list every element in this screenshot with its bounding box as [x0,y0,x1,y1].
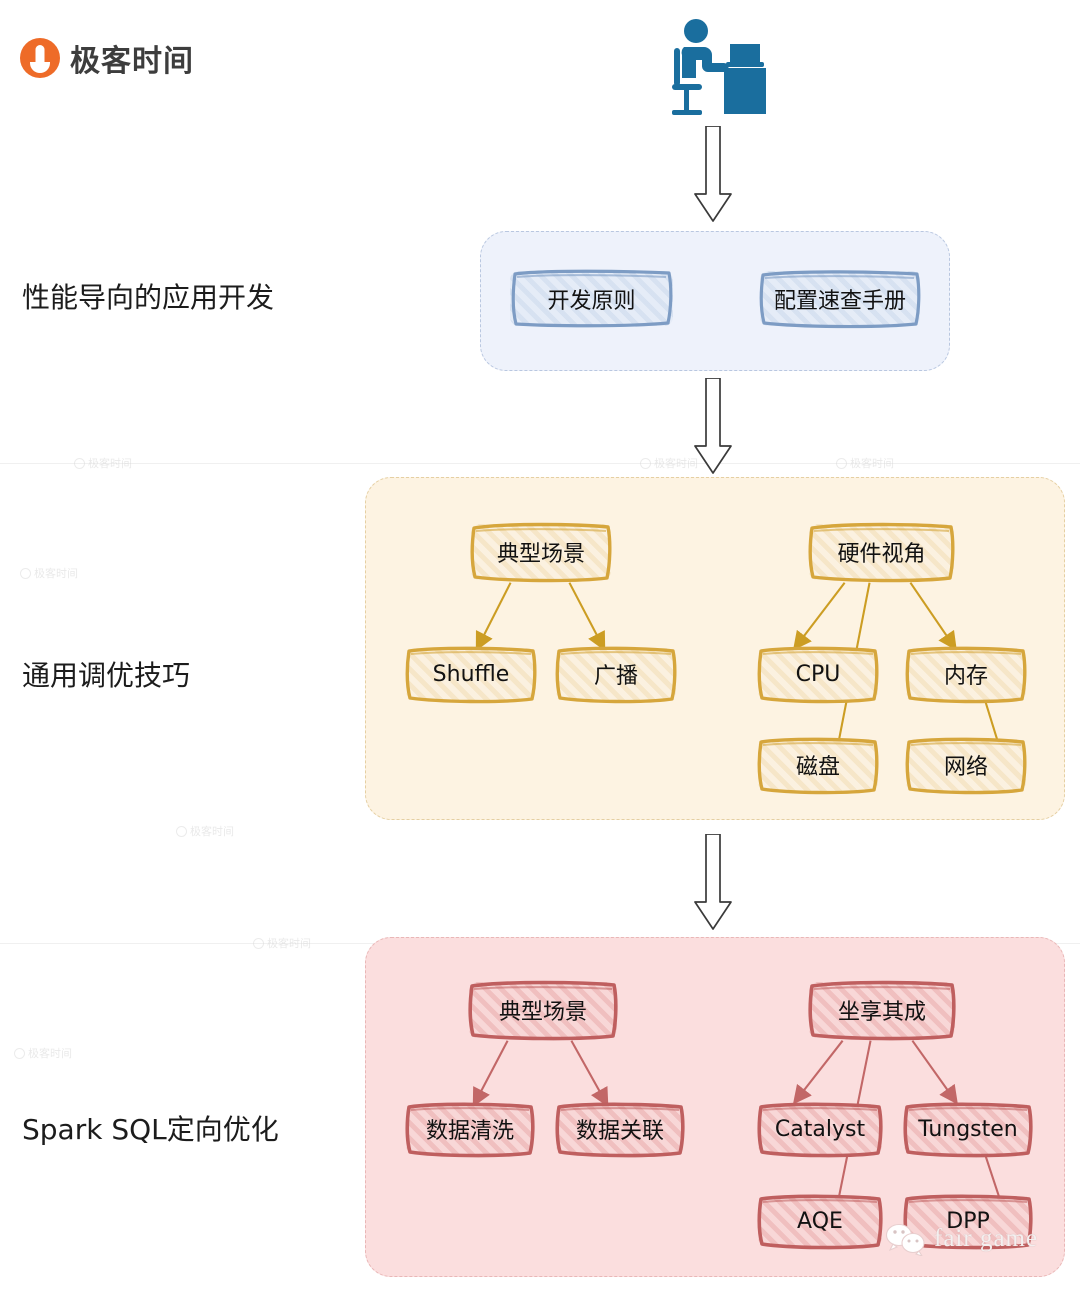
geektime-lightbulb-icon [20,38,60,78]
node-dev-principle[interactable]: 开发原则 [510,269,673,328]
node-label: Shuffle [432,661,510,687]
node-label: 坐享其成 [837,1000,926,1025]
node-dev-config-manual[interactable]: 配置速查手册 [759,270,921,329]
arrow-person-to-dev [692,125,734,229]
arrow-tune-to-sql [692,833,734,937]
node-tune-disk[interactable]: 磁盘 [757,737,879,795]
brand-logo: 极客时间 [20,36,194,80]
node-label: 广播 [593,664,638,689]
node-tune-memory[interactable]: 内存 [905,646,1027,704]
node-tune-hardware-view[interactable]: 硬件视角 [808,522,955,583]
node-sql-data-cleaning[interactable]: 数据清洗 [405,1102,535,1158]
node-label: Tungsten [918,1116,1018,1142]
node-tune-cpu[interactable]: CPU [757,646,879,704]
panel-performance-development: 开发原则 配置速查手册 [480,231,950,371]
section-label-tune: 通用调优技巧 [22,659,191,692]
fairgame-watermark: fair game [885,1222,1038,1256]
brand-name: 极客时间 [70,44,194,79]
node-sql-tungsten[interactable]: Tungsten [903,1102,1033,1158]
node-label: 内存 [943,664,988,689]
node-sql-typical-scenario[interactable]: 典型场景 [468,980,618,1041]
node-label: 开发原则 [547,288,636,314]
node-label: 配置速查手册 [773,288,906,314]
fairgame-text: fair game [934,1225,1039,1252]
arrow-dev-to-tune [692,377,734,481]
section-label-sql: Spark SQL定向优化 [22,1113,279,1146]
panel-general-tuning: 典型场景 Shuffle 广播 硬件视角 CPU 内存 磁盘 网络 [365,477,1065,820]
node-label: 数据清洗 [425,1119,514,1144]
node-tune-network[interactable]: 网络 [905,737,1027,795]
node-label: Catalyst [774,1116,866,1142]
node-label: 典型场景 [498,1000,587,1025]
node-tune-typical-scenario[interactable]: 典型场景 [470,522,612,583]
node-label: CPU [795,661,841,687]
node-sql-catalyst[interactable]: Catalyst [757,1102,883,1158]
node-label: 硬件视角 [837,542,926,567]
node-label: 网络 [943,755,988,780]
node-sql-data-join[interactable]: 数据关联 [555,1102,685,1158]
node-label: AQE [797,1208,843,1234]
node-sql-free-benefit[interactable]: 坐享其成 [808,980,956,1041]
wechat-icon [885,1223,925,1256]
node-label: 典型场景 [496,542,585,567]
node-label: 数据关联 [575,1119,664,1144]
person-at-desk-icon [668,18,768,135]
node-tune-broadcast[interactable]: 广播 [555,646,677,704]
node-tune-shuffle[interactable]: Shuffle [405,646,537,704]
node-label: 磁盘 [795,755,840,780]
section-label-dev: 性能导向的应用开发 [22,281,275,314]
node-sql-aqe[interactable]: AQE [757,1194,883,1250]
